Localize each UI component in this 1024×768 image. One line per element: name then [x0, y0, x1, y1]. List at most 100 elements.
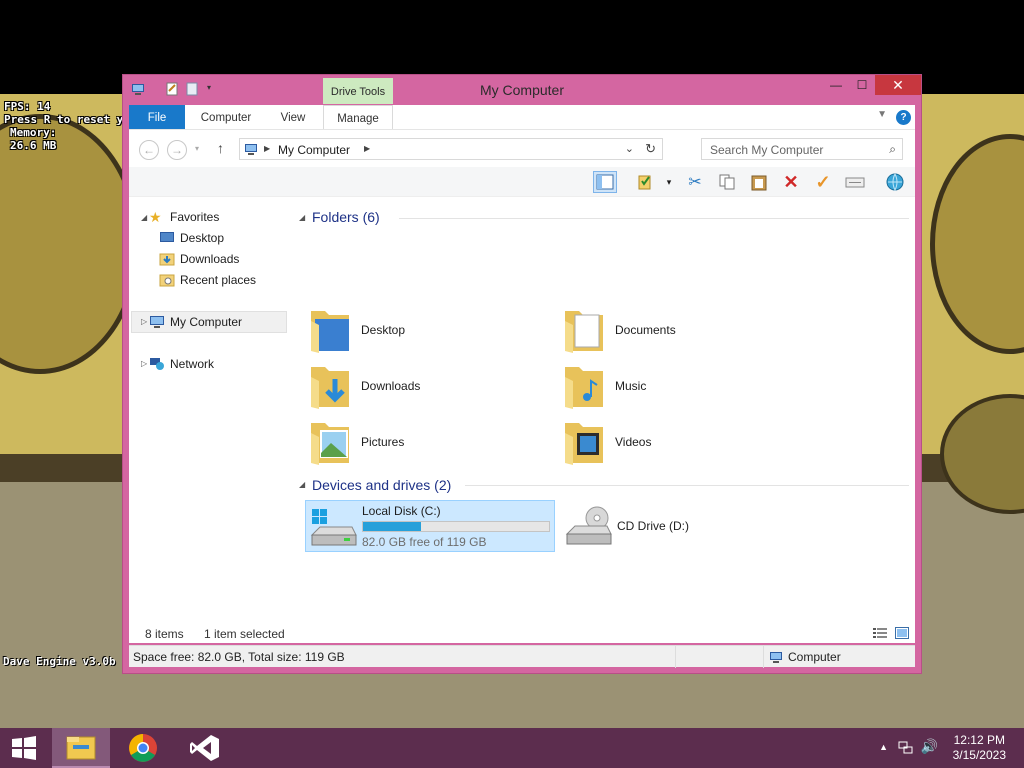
nav-network-label: Network — [170, 357, 215, 371]
reset-hint: Press R to reset y — [4, 113, 124, 126]
volume-icon[interactable]: 🔊 — [921, 738, 938, 755]
cut-button[interactable]: ✂ — [683, 171, 707, 193]
desktop-folder-icon — [311, 311, 349, 353]
address-dropdown-icon[interactable]: ⌄ — [625, 142, 634, 155]
nav-recent-places[interactable]: Recent places — [159, 270, 256, 290]
expand-arrow-icon[interactable]: ▷ — [141, 359, 147, 368]
search-input[interactable]: Search My Computer ⌕ — [701, 138, 903, 160]
documents-folder-icon — [565, 311, 603, 353]
properties-button[interactable] — [633, 171, 657, 193]
delete-icon: ✕ — [783, 171, 799, 192]
nav-recent-label: Recent places — [180, 273, 257, 287]
tab-file[interactable]: File — [129, 105, 185, 129]
chrome-icon — [129, 734, 157, 762]
memory-value: 26.6 MB — [10, 139, 57, 152]
group-divider — [399, 218, 909, 219]
drive-cd-d[interactable]: CD Drive (D:) — [561, 500, 811, 552]
drive-icon — [845, 177, 865, 188]
eject-button[interactable] — [843, 171, 867, 193]
folder-videos[interactable]: Videos — [563, 417, 803, 469]
help-button[interactable]: ? — [896, 110, 911, 125]
nav-desktop[interactable]: Desktop — [159, 228, 224, 248]
start-button[interactable] — [0, 728, 48, 768]
rename-button[interactable]: ✓ — [811, 171, 835, 193]
address-bar[interactable]: ▶ My Computer ▶ ⌄ ↻ — [239, 138, 663, 160]
tab-manage[interactable]: Manage — [323, 105, 393, 129]
delete-button[interactable]: ✕ — [779, 171, 803, 193]
nav-network[interactable]: Network — [149, 354, 214, 374]
space-info: Space free: 82.0 GB, Total size: 119 GB — [133, 650, 345, 664]
collapse-group-icon[interactable]: ◢ — [299, 480, 305, 489]
globe-icon — [886, 173, 904, 192]
preview-pane-button[interactable] — [593, 171, 617, 193]
large-icons-view-icon[interactable] — [895, 627, 909, 639]
folder-downloads-label: Downloads — [361, 379, 421, 393]
taskbar-file-explorer[interactable] — [52, 728, 110, 768]
tab-computer[interactable]: Computer — [189, 105, 263, 129]
command-toolbar: ▾ ✂ ✕ ✓ — [129, 167, 915, 197]
system-properties-button[interactable] — [883, 171, 907, 193]
navigation-pane: ◢ ★ Favorites Desktop Downloads Recent p… — [129, 197, 289, 623]
close-button[interactable]: ✕ — [875, 75, 921, 95]
taskbar-visual-studio[interactable] — [176, 728, 234, 768]
forward-button[interactable]: → — [167, 140, 187, 160]
nav-my-computer[interactable]: My Computer — [149, 312, 242, 332]
folder-music[interactable]: Music — [563, 361, 803, 413]
selection-count: 1 item selected — [204, 627, 285, 641]
expand-ribbon-icon[interactable]: ▼ — [877, 109, 887, 120]
refresh-icon[interactable]: ↻ — [645, 141, 656, 157]
folder-music-label: Music — [615, 379, 647, 393]
breadcrumb-chevron-icon[interactable]: ▶ — [364, 144, 370, 153]
drives-group-heading[interactable]: Devices and drives (2) — [312, 477, 451, 493]
recent-locations-icon[interactable]: ▾ — [195, 144, 199, 153]
folder-desktop-label: Desktop — [361, 323, 406, 337]
folder-documents[interactable]: Documents — [563, 305, 803, 357]
drive-c-usage-fill — [363, 522, 421, 531]
drive-d-name: CD Drive (D:) — [617, 519, 689, 533]
paste-button[interactable] — [747, 171, 771, 193]
minimize-button[interactable]: — — [823, 75, 849, 95]
collapse-arrow-icon[interactable]: ◢ — [141, 213, 147, 222]
folder-documents-label: Documents — [615, 323, 676, 337]
windows-drive-icon — [310, 509, 357, 546]
title-bar[interactable]: ▾ Drive Tools My Computer — ☐ ✕ — [123, 75, 921, 105]
clock-time: 12:12 PM — [953, 733, 1005, 747]
drive-local-c[interactable]: Local Disk (C:) 82.0 GB free of 119 GB — [305, 500, 555, 552]
folder-desktop[interactable]: Desktop — [309, 305, 549, 357]
properties-dropdown-icon[interactable]: ▾ — [657, 171, 681, 193]
memory-label: Memory: — [10, 126, 57, 139]
copy-icon — [719, 174, 735, 190]
details-view-icon[interactable] — [873, 627, 887, 639]
music-folder-icon — [565, 367, 603, 409]
details-divider — [675, 646, 676, 668]
taskbar-chrome[interactable] — [114, 728, 172, 768]
tab-view[interactable]: View — [267, 105, 319, 129]
clock[interactable]: 12:12 PM 3/15/2023 — [953, 733, 1006, 763]
show-hidden-icons-icon[interactable]: ▲ — [879, 742, 888, 752]
nav-favorites[interactable]: ★ Favorites — [149, 207, 219, 227]
zone-label: Computer — [788, 650, 841, 664]
maximize-button[interactable]: ☐ — [849, 75, 875, 95]
search-icon[interactable]: ⌕ — [889, 142, 896, 157]
breadcrumb-my-computer[interactable]: My Computer — [278, 143, 350, 157]
drive-c-usage-bar — [362, 521, 550, 532]
folder-downloads[interactable]: Downloads — [309, 361, 549, 413]
window-controls: — ☐ ✕ — [823, 75, 921, 97]
up-arrow-icon[interactable]: ↑ — [217, 140, 224, 156]
folder-pictures[interactable]: Pictures — [309, 417, 549, 469]
nav-downloads[interactable]: Downloads — [159, 249, 239, 269]
breadcrumb-chevron-icon[interactable]: ▶ — [264, 144, 270, 153]
clipboard-icon — [751, 175, 767, 191]
desktop-icon — [160, 232, 174, 242]
folders-group-heading[interactable]: Folders (6) — [312, 209, 380, 225]
taskbar: ▲ 🔊 12:12 PM 3/15/2023 — [0, 728, 1024, 768]
folder-pictures-label: Pictures — [361, 435, 405, 449]
pictures-folder-icon — [311, 423, 349, 465]
drive-c-free-text: 82.0 GB free of 119 GB — [362, 535, 487, 549]
recent-places-icon — [159, 274, 175, 287]
network-tray-icon[interactable] — [898, 741, 914, 755]
expand-arrow-icon[interactable]: ▷ — [141, 317, 147, 326]
collapse-group-icon[interactable]: ◢ — [299, 213, 305, 222]
copy-button[interactable] — [715, 171, 739, 193]
back-button[interactable]: ← — [139, 140, 159, 160]
